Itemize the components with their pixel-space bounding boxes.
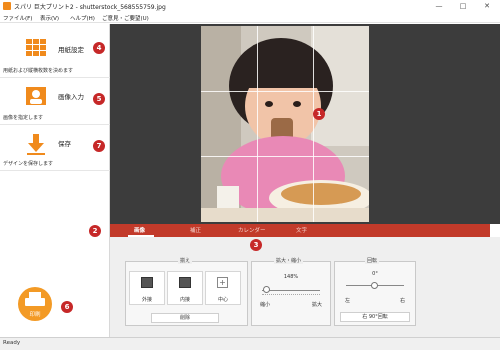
rotate-slider-thumb[interactable]	[371, 282, 378, 289]
fit-center-label: 中心	[217, 297, 228, 303]
save-button[interactable]	[24, 133, 52, 155]
fit-group-title: 揃え	[178, 257, 193, 264]
status-bar	[0, 337, 500, 350]
download-arrow-icon	[27, 134, 45, 155]
callout-badge-4: 4	[93, 42, 105, 54]
callout-badge-6: 6	[61, 301, 73, 313]
app-logo-icon	[3, 2, 11, 10]
window-title: スパリ 巨大プリント2 - shutterstock_568555759.jpg	[14, 4, 166, 11]
portrait-icon	[141, 277, 153, 288]
paper-settings-desc: 用紙および縦横枚数を決めます	[3, 68, 74, 74]
tab-calendar[interactable]: カレンダー	[238, 226, 266, 234]
grid-line	[313, 26, 314, 222]
rotate-value: 0°	[372, 271, 378, 277]
zoom-group-title: 拡大・縮小	[274, 257, 304, 264]
rotate-left-label: 左	[345, 298, 351, 304]
tab-text[interactable]: 文字	[296, 226, 307, 234]
image-input-desc: 画像を指定します	[3, 115, 44, 121]
rotate-90-button[interactable]: 右 90°回転	[340, 312, 410, 322]
paper-settings-button[interactable]	[24, 38, 52, 60]
zoom-slider-thumb[interactable]	[263, 286, 270, 293]
delete-button[interactable]: 削除	[151, 313, 219, 323]
grid-line	[201, 91, 369, 92]
divider	[0, 77, 110, 78]
tab-correction[interactable]: 補正	[190, 226, 201, 234]
grid-icon	[26, 39, 46, 56]
paper-settings-label[interactable]: 用紙設定	[58, 44, 84, 54]
fit-outer-label: 外接	[141, 297, 152, 303]
grid-line	[201, 156, 369, 157]
callout-badge-1: 1	[313, 108, 325, 120]
zoom-max-label: 拡大	[312, 302, 323, 308]
save-label[interactable]: 保存	[58, 138, 71, 148]
zoom-slider-ticks	[262, 294, 320, 295]
close-button[interactable]: ✕	[476, 1, 498, 11]
callout-badge-3: 3	[250, 239, 262, 251]
rotate-group-title: 回転	[365, 257, 380, 264]
divider	[0, 124, 110, 125]
portrait-icon	[26, 87, 46, 105]
child-eating-photo	[201, 26, 369, 222]
rotate-right-label: 右	[400, 298, 406, 304]
divider	[0, 170, 110, 171]
status-text: Ready	[3, 340, 21, 346]
fit-inner-label: 内接	[179, 297, 190, 303]
callout-badge-7: 7	[93, 140, 105, 152]
portrait-icon	[179, 277, 191, 288]
callout-badge-2: 2	[89, 225, 101, 237]
menu-view[interactable]: 表示(V)	[40, 14, 59, 22]
menu-feedback[interactable]: ご意見・ご要望(U)	[102, 14, 149, 22]
menu-file[interactable]: ファイル(F)	[3, 14, 32, 22]
printer-icon	[25, 292, 45, 306]
image-input-button[interactable]	[24, 86, 52, 108]
zoom-min-label: 縮小	[260, 302, 271, 308]
preview-photo[interactable]	[201, 26, 369, 222]
save-desc: デザインを保存します	[3, 161, 54, 167]
plus-icon: +	[217, 277, 228, 288]
print-label: 印刷	[29, 312, 41, 318]
maximize-button[interactable]: □	[452, 1, 474, 11]
callout-badge-5: 5	[93, 93, 105, 105]
grid-line	[257, 26, 258, 222]
tab-image[interactable]: 画像	[134, 226, 145, 234]
zoom-slider-track[interactable]	[262, 290, 320, 291]
menu-help[interactable]: ヘルプ(H)	[70, 14, 95, 22]
minimize-button[interactable]: —	[428, 1, 450, 11]
image-input-label[interactable]: 画像入力	[58, 91, 84, 101]
zoom-value: 148%	[283, 274, 299, 280]
